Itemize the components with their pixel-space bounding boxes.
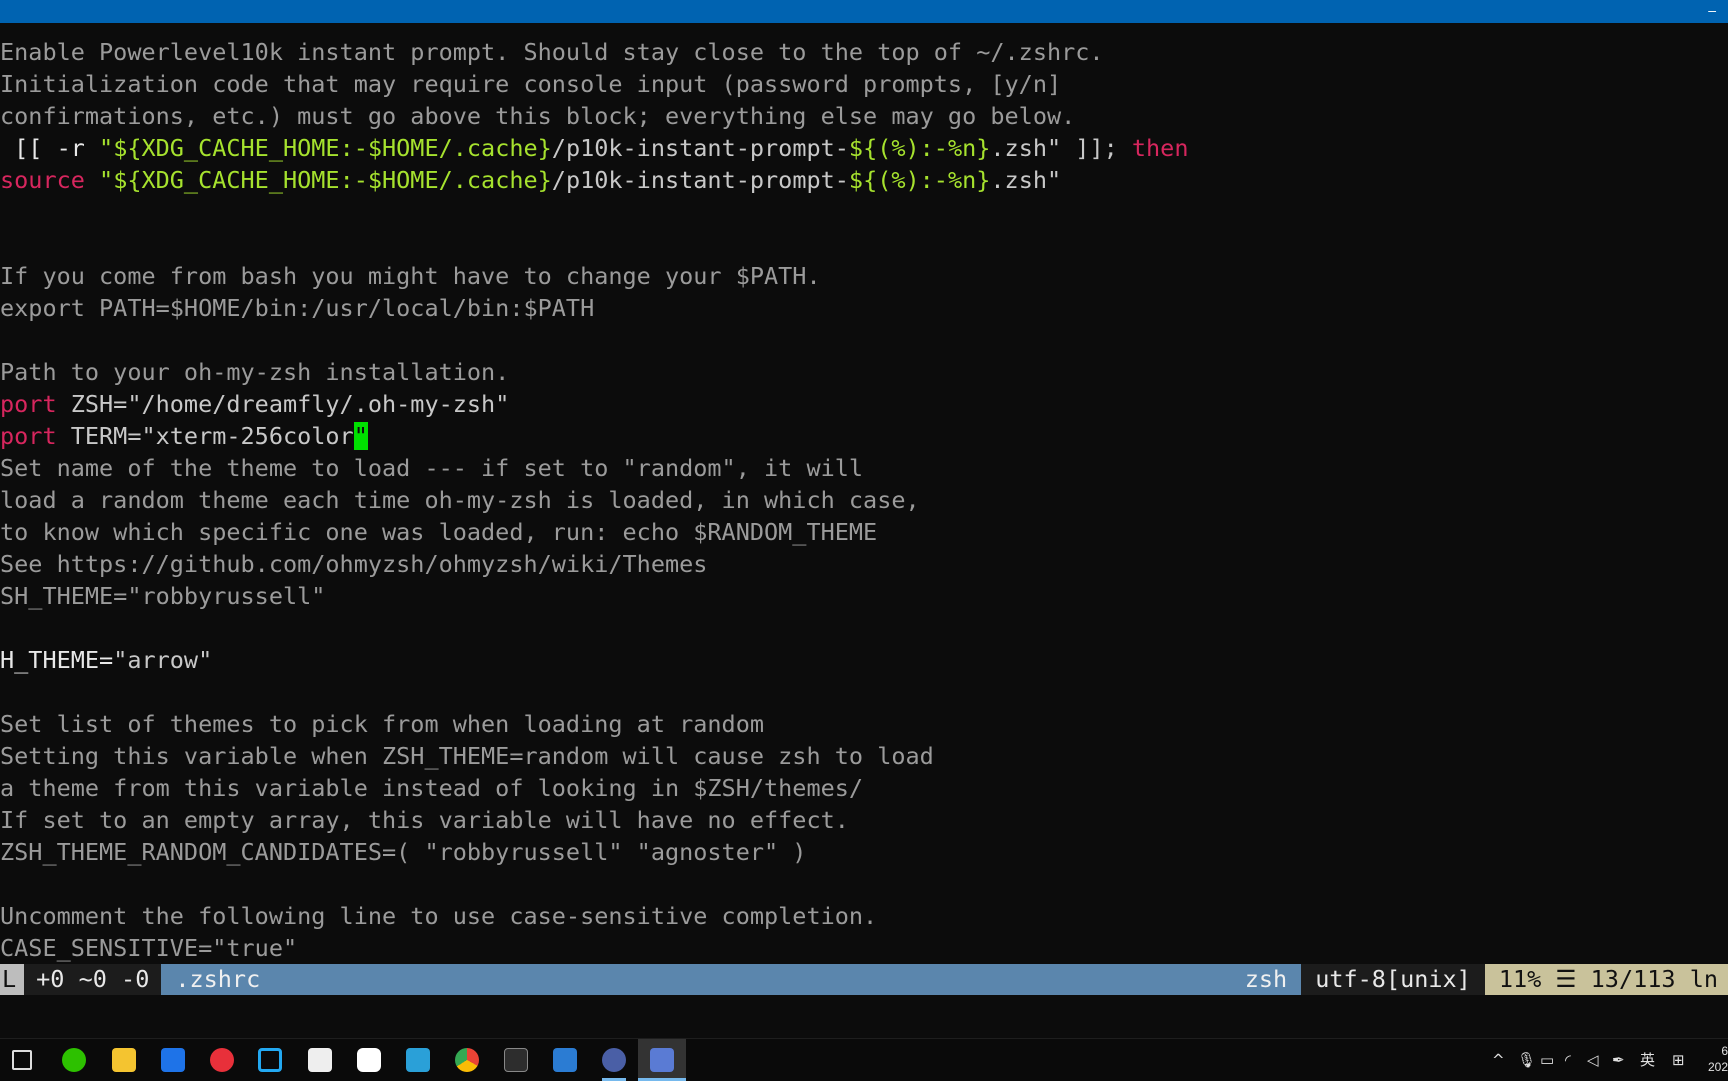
terminal-icon[interactable] [504, 1048, 528, 1072]
code-line: source "${XDG_CACHE_HOME:-$HOME/.cache}/… [0, 164, 1728, 196]
hyper-app-icon[interactable] [602, 1048, 626, 1072]
statusline-filetype: zsh [1244, 965, 1288, 993]
vim-editor-buffer[interactable]: Enable Powerlevel10k instant prompt. Sho… [0, 36, 1728, 964]
input-method-indicator[interactable]: 英 [1640, 1039, 1655, 1081]
code-token: H_THEME= [0, 646, 114, 674]
code-token: ZSH="/home/dreamfly/.oh-my-zsh" [56, 390, 510, 418]
wifi-icon[interactable]: ◜ [1565, 1039, 1571, 1081]
code-line: confirmations, etc.) must go above this … [0, 102, 1076, 130]
volume-icon[interactable]: ◁ [1587, 1039, 1599, 1081]
chrome-icon[interactable] [455, 1048, 479, 1072]
code-token: [[ -r [0, 134, 100, 162]
code-line: load a random theme each time oh-my-zsh … [0, 486, 920, 514]
statusline-filename: .zshrc [175, 965, 261, 993]
code-token: "${XDG_CACHE_HOME:-$HOME/.cache} [99, 166, 552, 194]
code-line: See https://github.com/ohmyzsh/ohmyzsh/w… [0, 550, 708, 578]
empty-line [0, 676, 1728, 708]
window-titlebar: – [0, 0, 1728, 23]
notes-app-icon[interactable] [161, 1048, 185, 1072]
clock-date: 202 [1707, 1060, 1728, 1074]
wechat-icon[interactable] [62, 1048, 86, 1072]
code-line: a theme from this variable instead of lo… [0, 774, 864, 802]
photos-app-icon[interactable] [357, 1048, 381, 1072]
netease-music-icon[interactable] [210, 1048, 234, 1072]
todo-app-icon[interactable] [553, 1048, 577, 1072]
system-clock[interactable]: 6 202 [1706, 1043, 1728, 1075]
minimize-icon[interactable]: – [1708, 2, 1716, 18]
empty-line [0, 868, 1728, 900]
code-token: .zsh" [990, 166, 1062, 194]
empty-line [0, 612, 1728, 644]
code-line: Initialization code that may require con… [0, 70, 1062, 98]
empty-line [0, 228, 1728, 260]
clock-time: 6 [1721, 1044, 1728, 1058]
code-token: /p10k-instant-prompt- [551, 134, 849, 162]
code-token: ${(%):-%n} [848, 166, 991, 194]
statusline-position: 11% ☰ 13/113 ln [1484, 964, 1728, 995]
tray-overflow-caret[interactable]: ^ [1492, 1039, 1505, 1081]
code-line: Setting this variable when ZSH_THEME=ran… [0, 742, 934, 770]
pen-icon[interactable]: ✒ [1612, 1039, 1625, 1081]
text-cursor: " [353, 422, 368, 450]
snipping-tool-icon[interactable] [406, 1048, 430, 1072]
vim-statusline: L +0 ~0 -0 .zshrc zsh utf-8[unix] 11% ☰ … [0, 964, 1728, 995]
code-line: port TERM="xterm-256color" [0, 420, 1728, 452]
microphone-icon[interactable]: 🎙 [1517, 1039, 1536, 1081]
code-keyword: port [0, 390, 57, 418]
statusline-mode: L [0, 964, 25, 995]
code-line: export PATH=$HOME/bin:/usr/local/bin:$PA… [0, 294, 595, 322]
code-keyword: source [0, 166, 85, 194]
empty-line [0, 196, 1728, 228]
code-line: port ZSH="/home/dreamfly/.oh-my-zsh" [0, 388, 1728, 420]
task-view-icon[interactable] [12, 1050, 32, 1070]
code-line: Uncomment the following line to use case… [0, 902, 878, 930]
code-line: H_THEME="arrow" [0, 644, 1728, 676]
code-line: Set list of themes to pick from when loa… [0, 710, 765, 738]
code-line: CASE_SENSITIVE="true" [0, 934, 298, 962]
code-token: /p10k-instant-prompt- [551, 166, 849, 194]
code-line: Path to your oh-my-zsh installation. [0, 358, 510, 386]
battery-icon[interactable]: ▭ [1540, 1039, 1554, 1081]
statusline-git-diff: +0 ~0 -0 [24, 964, 162, 995]
code-line: [[ -r "${XDG_CACHE_HOME:-$HOME/.cache}/p… [0, 132, 1728, 164]
windows-taskbar: ^ 🎙 ▭ ◜ ◁ ✒ 英 ⊞ 6 202 [0, 1038, 1728, 1081]
code-token: "${XDG_CACHE_HOME:-$HOME/.cache} [99, 134, 552, 162]
code-line: to know which specific one was loaded, r… [0, 518, 878, 546]
typora-icon[interactable] [308, 1048, 332, 1072]
code-token: .zsh" ]]; [990, 134, 1132, 162]
file-explorer-icon[interactable] [112, 1048, 136, 1072]
code-keyword: then [1131, 134, 1189, 162]
empty-line [0, 324, 1728, 356]
code-line: If you come from bash you might have to … [0, 262, 821, 290]
code-token: "arrow" [113, 646, 213, 674]
code-token: ${(%):-%n} [848, 134, 991, 162]
code-line: Set name of the theme to load --- if set… [0, 454, 864, 482]
vscode-icon[interactable] [258, 1048, 282, 1072]
code-keyword: port [0, 422, 57, 450]
code-token: TERM="xterm-256color [56, 422, 354, 450]
keyboard-grid-icon[interactable]: ⊞ [1672, 1039, 1685, 1081]
remote-desktop-icon[interactable] [650, 1048, 674, 1072]
code-line: Enable Powerlevel10k instant prompt. Sho… [0, 38, 1104, 66]
statusline-encoding: utf-8[unix] [1301, 964, 1485, 995]
code-line: If set to an empty array, this variable … [0, 806, 849, 834]
statusline-file-section: .zshrc zsh [161, 964, 1302, 995]
code-line: ZSH_THEME_RANDOM_CANDIDATES=( "robbyruss… [0, 838, 807, 866]
code-line: SH_THEME="robbyrussell" [0, 582, 326, 610]
